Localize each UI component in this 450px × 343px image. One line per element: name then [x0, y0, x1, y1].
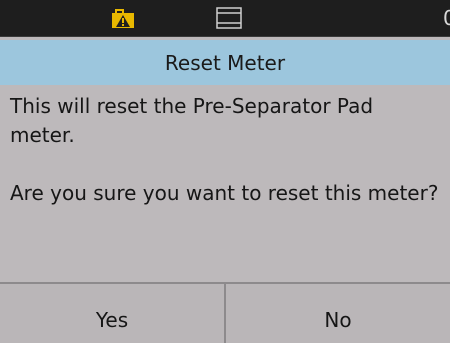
- yes-button[interactable]: Yes: [0, 284, 224, 343]
- message-line-2: Are you sure you want to reset this mete…: [10, 181, 439, 205]
- warning-icon: [112, 9, 134, 28]
- dialog-button-row: Yes No: [0, 282, 450, 343]
- message-line-1: This will reset the Pre-Separator Pad me…: [10, 94, 374, 147]
- window-icon: [216, 7, 242, 29]
- status-counter: 0: [443, 6, 450, 30]
- reset-meter-screen: 0 Reset Meter This will reset the Pre-Se…: [0, 0, 450, 343]
- dialog-title: Reset Meter: [0, 40, 450, 85]
- status-bar: 0: [0, 0, 450, 37]
- no-button[interactable]: No: [224, 284, 450, 343]
- dialog-message: This will reset the Pre-Separator Pad me…: [10, 92, 440, 237]
